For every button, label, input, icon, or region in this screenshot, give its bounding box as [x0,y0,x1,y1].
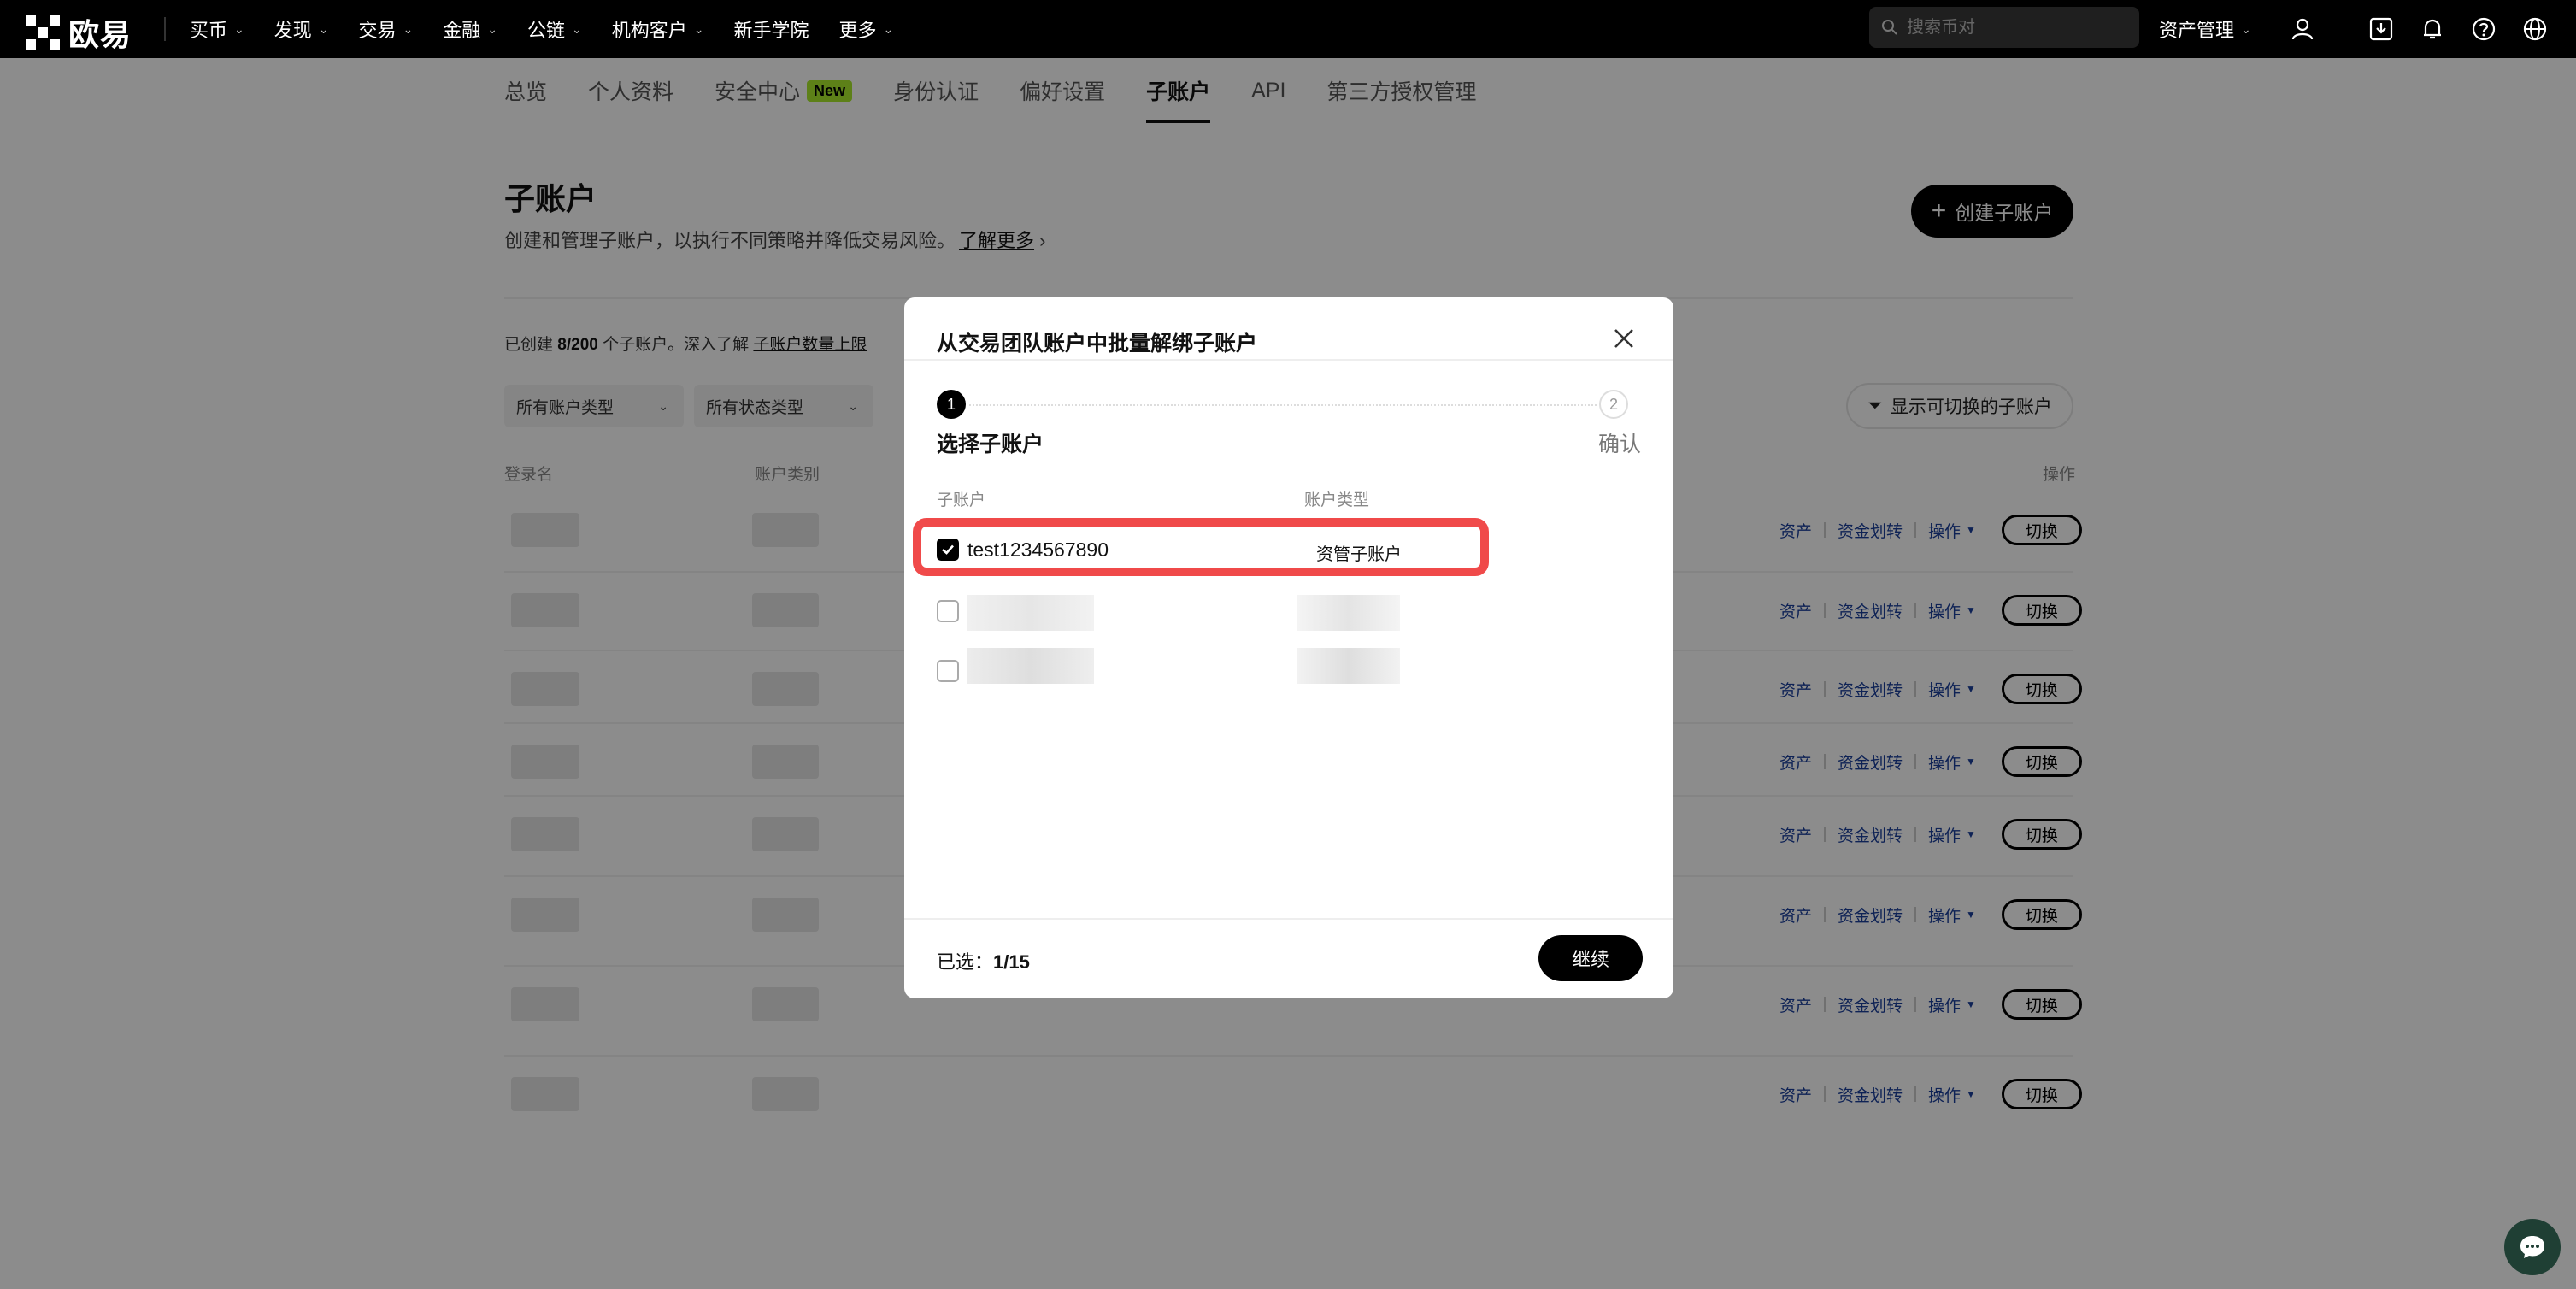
chevron-down-icon: ⌄ [2241,21,2251,36]
search-box[interactable] [1869,7,2139,48]
redacted-name [967,648,1094,684]
nav-divider [164,17,166,41]
chat-support-button[interactable] [2504,1219,2561,1275]
row-checkbox[interactable] [937,600,959,622]
logo[interactable]: 欧易 [26,10,132,55]
redacted-type [1297,595,1400,631]
okx-logo-icon [26,15,60,50]
globe-icon[interactable] [2520,14,2550,44]
step-connector [969,404,1597,406]
row-checkbox[interactable] [937,539,959,561]
chevron-down-icon: ⌄ [572,21,582,36]
asset-management-menu[interactable]: 资产管理 ⌄ [2159,15,2251,43]
nav-item-finance[interactable]: 金融 ⌄ [443,15,497,43]
help-icon[interactable] [2468,14,2499,44]
nav-item-academy[interactable]: 新手学院 [734,15,809,43]
nav-item-label: 机构客户 [611,20,687,41]
chat-icon [2520,1236,2544,1258]
top-navbar: 欧易 买币 ⌄ 发现 ⌄ 交易 ⌄ 金融 ⌄ 公链 ⌄ 机构客户 ⌄ 新手学院 更多 ⌄ 资产… [0,0,2576,58]
nav-item-trade[interactable]: 交易 ⌄ [359,15,414,43]
step-2-label: 确认 [1597,433,1641,456]
unbind-sub-accounts-modal: 从交易团队账户中批量解绑子账户 1 2 选择子账户 确认 子账户 账户类型 te… [904,297,1673,998]
nav-item-label: 发现 [273,20,312,41]
download-icon[interactable] [2366,14,2397,44]
modal-title: 从交易团队账户中批量解绑子账户 [937,332,1258,356]
chevron-down-icon: ⌄ [883,21,894,36]
divider [904,918,1673,920]
nav-item-more[interactable]: 更多 ⌄ [839,15,894,43]
search-icon [1882,20,1897,35]
checkmark-icon [942,544,954,555]
logo-text: 欧易 [68,17,132,52]
sub-account-name: test1234567890 [967,539,1109,561]
nav-item-label: 金融 [443,20,481,41]
asset-management-label: 资产管理 [2159,20,2235,41]
nav-item-label: 新手学院 [733,20,809,41]
redacted-type [1297,648,1400,684]
nav-item-label: 公链 [527,20,566,41]
selected-label: 已选： [937,951,994,973]
redacted-name [967,595,1094,631]
step-2-indicator: 2 [1599,390,1628,419]
nav-item-label: 交易 [358,20,397,41]
nav-item-label: 更多 [838,20,877,41]
nav-item-label: 买币 [190,20,228,41]
nav-item-chain[interactable]: 公链 ⌄ [527,15,582,43]
chevron-down-icon: ⌄ [487,21,497,36]
bell-icon[interactable] [2417,14,2448,44]
sub-account-type: 资管子账户 [1316,545,1402,564]
continue-button[interactable]: 继续 [1538,935,1643,981]
nav-item-buy[interactable]: 买币 ⌄ [190,15,244,43]
nav-item-institutional[interactable]: 机构客户 ⌄ [612,15,704,43]
user-icon[interactable] [2287,14,2318,44]
divider [904,359,1673,361]
column-header-account-type: 账户类型 [1304,491,1370,509]
close-icon[interactable] [1607,321,1641,356]
column-header-sub-account: 子账户 [937,491,986,509]
chevron-down-icon: ⌄ [318,21,329,36]
nav-item-discover[interactable]: 发现 ⌄ [274,15,329,43]
search-input[interactable] [1905,16,2119,38]
step-1-label: 选择子账户 [937,433,1044,456]
row-checkbox[interactable] [937,660,959,682]
chevron-down-icon: ⌄ [234,21,244,36]
chevron-down-icon: ⌄ [403,21,414,36]
selected-value: 1/15 [993,951,1030,973]
selected-count: 已选：1/15 [937,947,1030,974]
chevron-down-icon: ⌄ [693,21,704,36]
step-1-indicator: 1 [937,390,966,419]
